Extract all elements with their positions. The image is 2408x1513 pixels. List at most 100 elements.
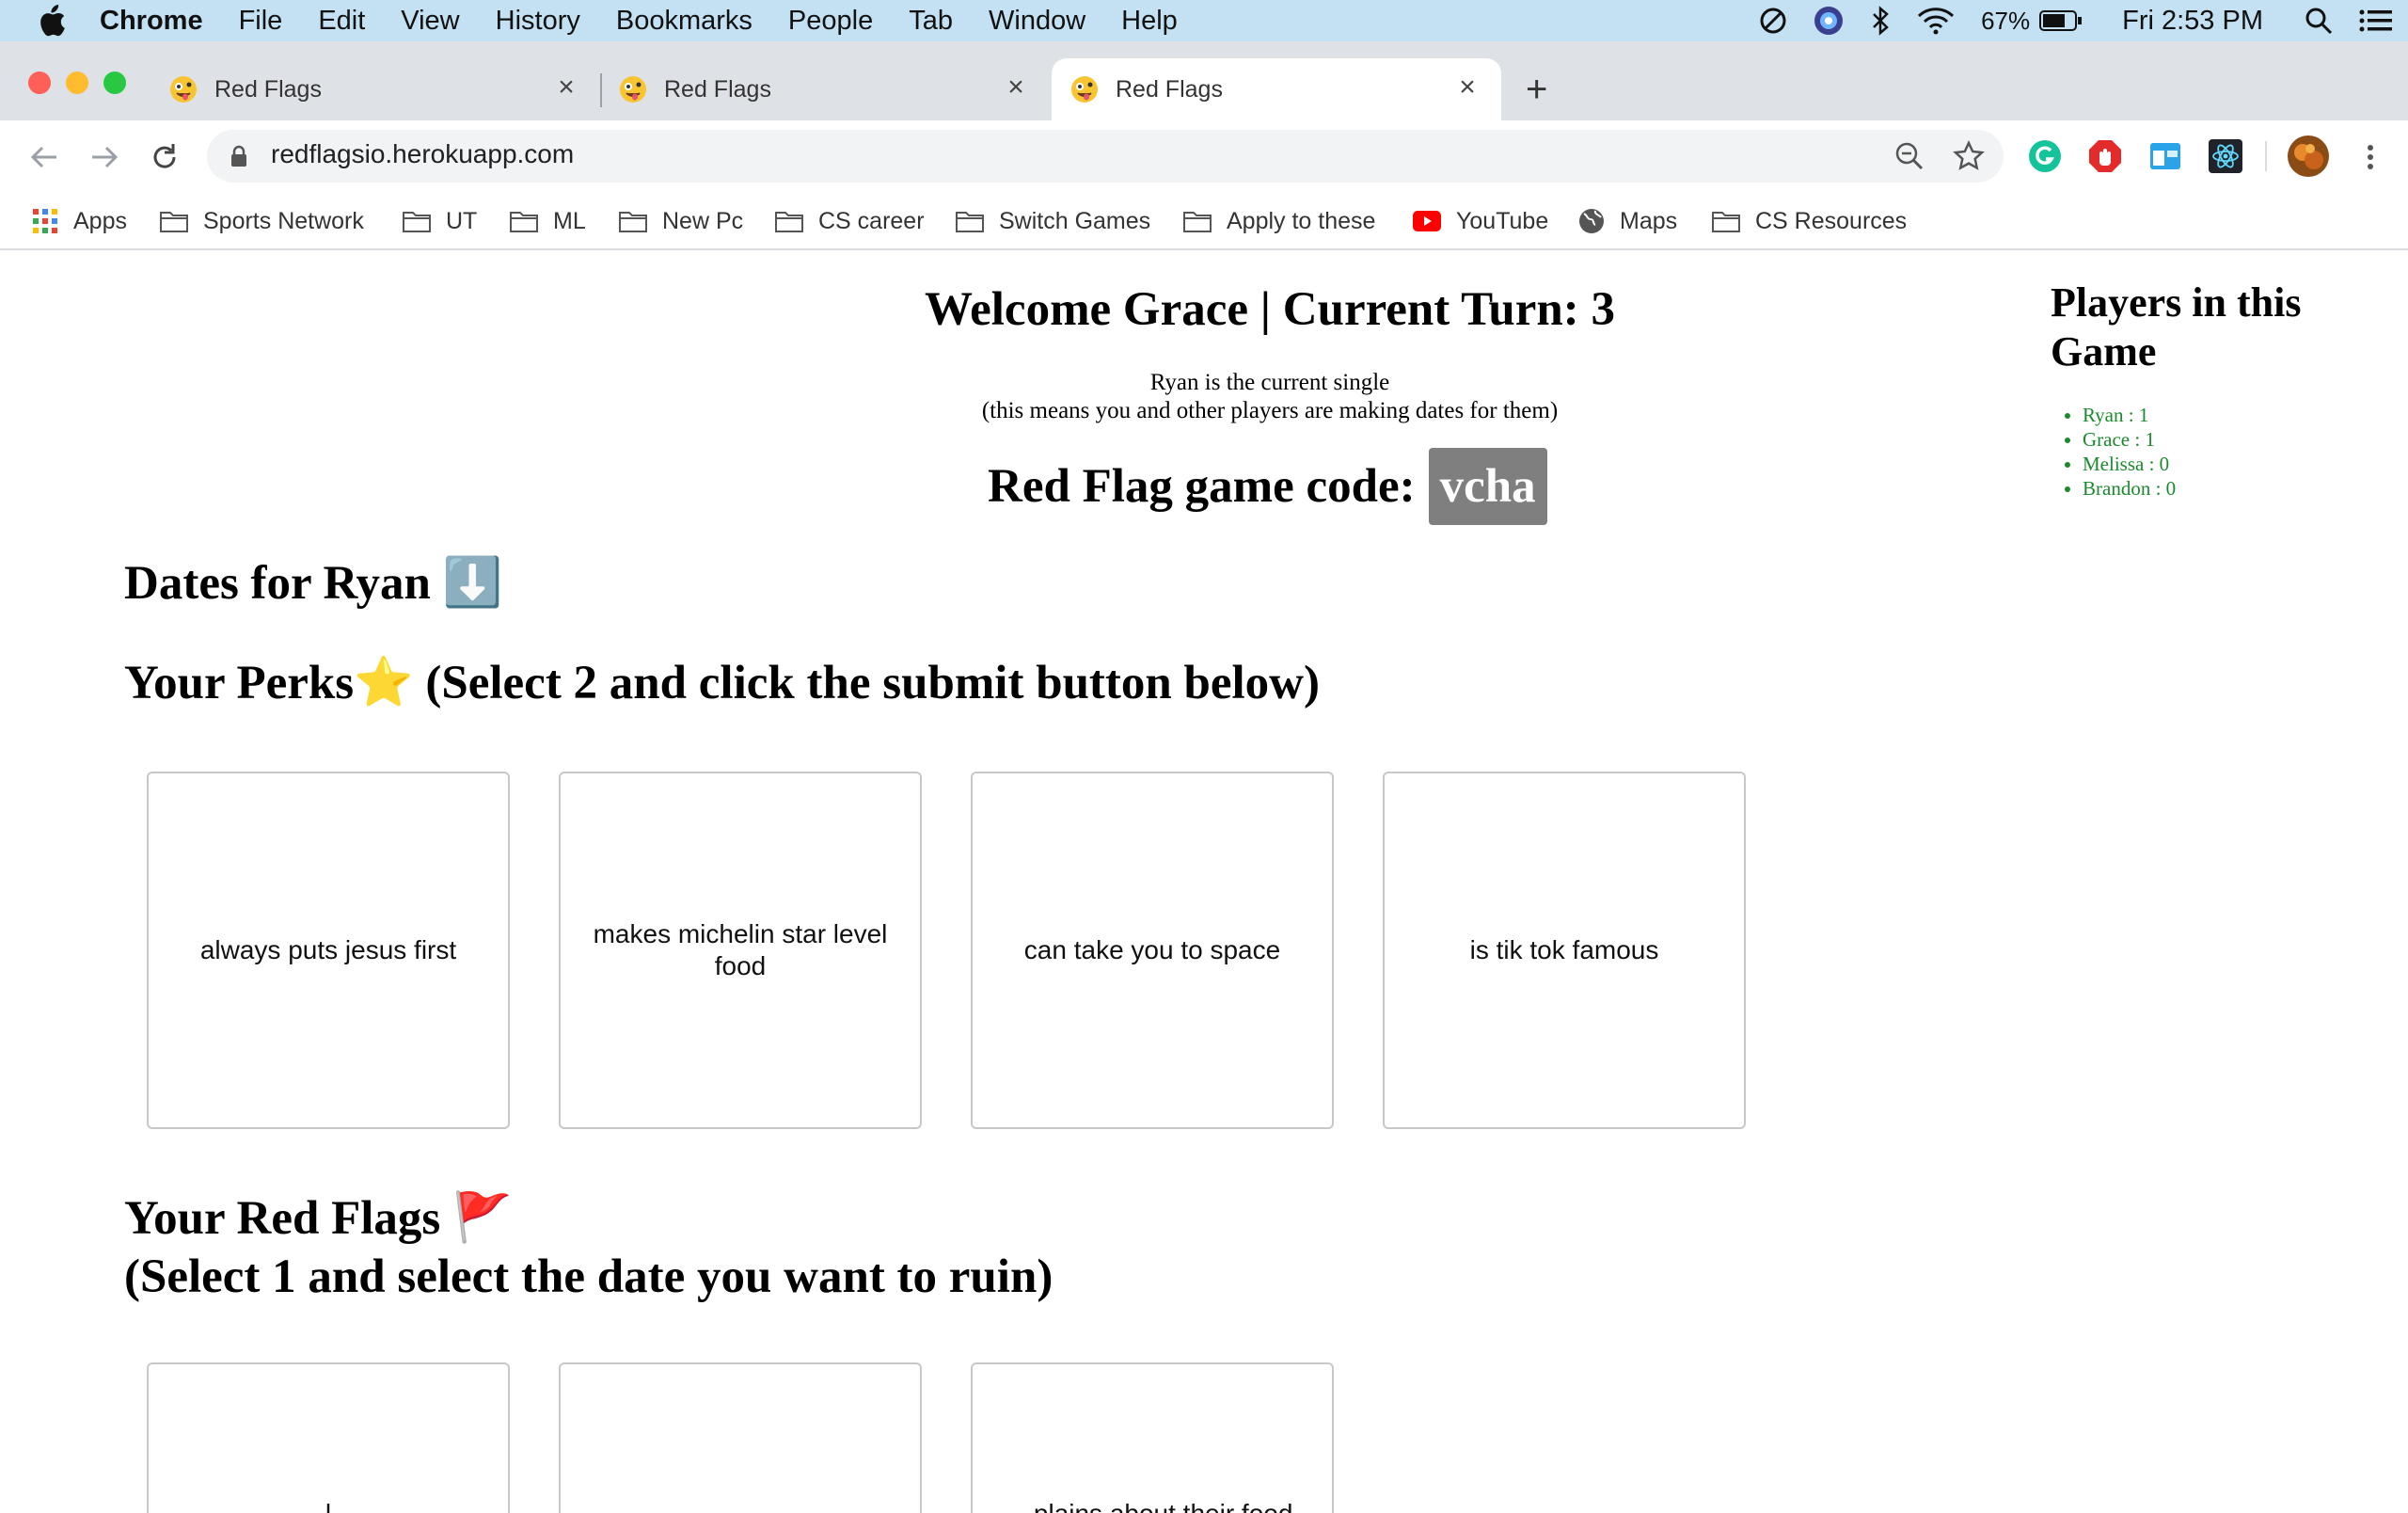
red-flag-card[interactable]: [559, 1362, 922, 1513]
bookmark-cs-career[interactable]: CS career: [775, 201, 925, 241]
tab-close-icon[interactable]: ×: [999, 72, 1033, 104]
tab-close-icon[interactable]: ×: [549, 72, 583, 104]
red-flag-card[interactable]: ...l...: [147, 1362, 510, 1513]
red-flag-text: ...plains about their food: [1012, 1498, 1293, 1513]
folder-icon: [160, 212, 188, 232]
perk-text: can take you to space: [1023, 935, 1281, 964]
window-layout-extension-icon[interactable]: [2148, 139, 2182, 173]
menu-help[interactable]: Help: [1121, 6, 1178, 37]
do-not-disturb-icon[interactable]: [1759, 7, 1787, 35]
bookmark-label: CS Resources: [1755, 207, 1908, 234]
perk-text: always puts jesus first: [199, 935, 457, 964]
bookmark-cs-resources[interactable]: CS Resources: [1712, 201, 1907, 241]
game-code-badge: vcha: [1428, 448, 1547, 525]
bookmark-ml[interactable]: ML: [510, 201, 586, 241]
lock-icon[interactable]: [230, 145, 248, 167]
bookmark-star-icon[interactable]: [1953, 140, 1985, 172]
chrome-menu-icon[interactable]: [2359, 141, 2382, 173]
back-arrow-icon[interactable]: [28, 141, 60, 173]
window-close-button[interactable]: [28, 72, 51, 94]
players-panel: Players in this Game Ryan : 1 Grace : 1 …: [2051, 279, 2370, 501]
bookmark-label: CS career: [818, 207, 925, 234]
bookmark-new-pc[interactable]: New Pc: [619, 201, 743, 241]
battery-percentage: 67%: [1981, 6, 2031, 35]
wifi-icon[interactable]: [1917, 7, 1955, 35]
zany-face-favicon-icon: [170, 76, 197, 103]
tab-close-icon[interactable]: ×: [1450, 72, 1484, 104]
tab-title: Red Flags: [664, 75, 771, 103]
battery-icon[interactable]: [2039, 9, 2083, 32]
window-zoom-button[interactable]: [103, 72, 126, 94]
players-list: Ryan : 1 Grace : 1 Melissa : 0 Brandon :…: [2051, 403, 2370, 501]
player-list-item: Brandon : 0: [2083, 476, 2370, 501]
menu-view[interactable]: View: [401, 6, 459, 37]
menu-history[interactable]: History: [496, 6, 580, 37]
perk-card[interactable]: can take you to space: [971, 772, 1334, 1129]
menu-file[interactable]: File: [239, 6, 283, 37]
profile-avatar[interactable]: [2288, 135, 2329, 177]
grammarly-extension-icon[interactable]: [2028, 139, 2062, 173]
perk-card[interactable]: is tik tok famous: [1383, 772, 1746, 1129]
browser-tab-active[interactable]: Red Flags ×: [1052, 58, 1501, 120]
youtube-icon: [1413, 211, 1441, 231]
bookmark-sports-network[interactable]: Sports Network: [160, 201, 364, 241]
menu-people[interactable]: People: [788, 6, 873, 37]
bookmark-label: Maps: [1620, 207, 1678, 234]
browser-tab[interactable]: Red Flags ×: [619, 58, 1033, 120]
spotlight-search-icon[interactable]: [2305, 7, 2333, 35]
react-devtools-icon[interactable]: [2209, 139, 2242, 173]
bookmark-ut[interactable]: UT: [403, 201, 477, 241]
current-single-text: Ryan is the current single: [1149, 370, 1390, 395]
tab-title: Red Flags: [214, 75, 322, 103]
red-flag-card[interactable]: ...plains about their food: [971, 1362, 1334, 1513]
bookmark-youtube[interactable]: YouTube: [1413, 201, 1548, 241]
red-flags-heading-title: Your Red Flags 🚩: [124, 1192, 513, 1245]
window-minimize-button[interactable]: [66, 72, 88, 94]
zoom-out-icon[interactable]: [1894, 141, 1925, 171]
new-tab-button[interactable]: +: [1526, 58, 1563, 120]
bookmark-label: YouTube: [1456, 207, 1549, 234]
url-text[interactable]: redflagsio.herokuapp.com: [271, 139, 574, 169]
bluetooth-icon[interactable]: [1870, 6, 1891, 36]
red-flag-text: ...l...: [304, 1498, 354, 1513]
adblock-extension-icon[interactable]: [2088, 139, 2122, 173]
folder-icon: [403, 212, 431, 232]
web-page: Welcome Grace | Current Turn: 3 Ryan is …: [0, 250, 2408, 1513]
bookmark-switch-games[interactable]: Switch Games: [956, 201, 1150, 241]
notification-center-icon[interactable]: [2359, 8, 2393, 33]
globe-icon: [1579, 209, 1604, 233]
menu-window[interactable]: Window: [989, 6, 1085, 37]
menu-tab[interactable]: Tab: [909, 6, 953, 37]
bookmark-label: Apply to these: [1227, 207, 1376, 234]
bookmark-apps[interactable]: Apps: [32, 201, 127, 241]
forward-arrow-icon[interactable]: [88, 141, 120, 173]
bookmark-label: Apps: [73, 207, 127, 234]
browser-tab[interactable]: Red Flags ×: [169, 58, 583, 120]
toolbar-divider: [2265, 141, 2267, 171]
bookmark-label: New Pc: [662, 207, 744, 234]
tab-divider: [600, 73, 602, 107]
zany-face-favicon-icon: [1071, 76, 1098, 103]
player-list-item: Ryan : 1: [2083, 403, 2370, 427]
bookmark-label: Sports Network: [203, 207, 364, 234]
perk-text: is tik tok famous: [1469, 935, 1659, 964]
bookmark-maps[interactable]: Maps: [1578, 201, 1677, 241]
perk-text: makes michelin star level food: [593, 919, 888, 980]
zany-face-favicon-icon: [620, 76, 646, 103]
folder-icon: [510, 212, 538, 232]
perk-card[interactable]: always puts jesus first: [147, 772, 510, 1129]
menu-clock[interactable]: Fri 2:53 PM: [2122, 6, 2263, 37]
perk-card[interactable]: makes michelin star level food: [559, 772, 922, 1129]
siri-icon[interactable]: [1814, 6, 1844, 36]
game-code-row: Red Flag game code: vcha: [988, 448, 1547, 525]
red-flags-heading-instructions: (Select 1 and select the date you want t…: [124, 1250, 1054, 1303]
menu-app-name[interactable]: Chrome: [100, 6, 203, 37]
bookmark-apply-to-these[interactable]: Apply to these: [1183, 201, 1375, 241]
macos-menu-bar: Chrome File Edit View History Bookmarks …: [0, 0, 2408, 41]
menu-edit[interactable]: Edit: [318, 6, 365, 37]
reload-icon[interactable]: [149, 141, 181, 173]
menu-bookmarks[interactable]: Bookmarks: [616, 6, 752, 37]
current-single-info: Ryan is the current single (this means y…: [0, 369, 2408, 425]
apple-logo-icon[interactable]: [38, 5, 66, 37]
bookmark-label: Switch Games: [999, 207, 1151, 234]
